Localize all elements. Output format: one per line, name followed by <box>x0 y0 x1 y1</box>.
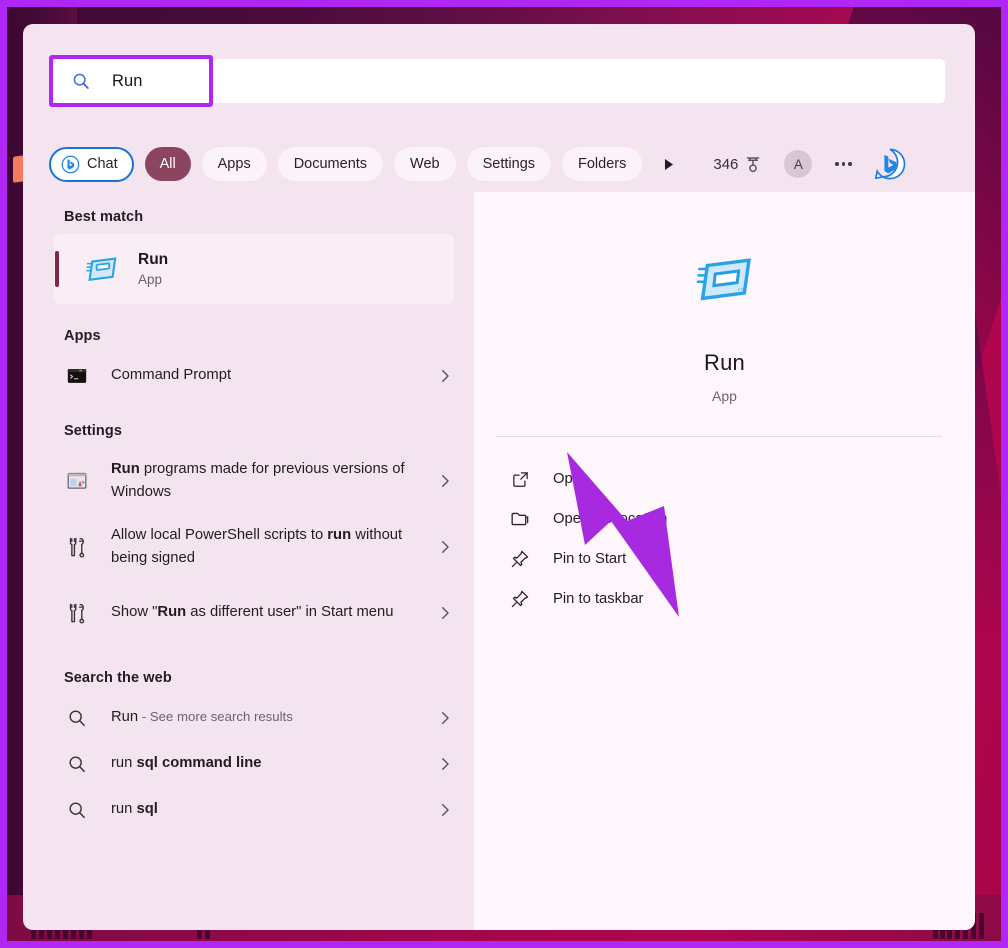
search-input[interactable]: Run <box>53 59 945 103</box>
chevron-right-icon[interactable] <box>436 755 454 773</box>
rewards-count: 346 <box>713 156 738 173</box>
best-match-text: Run App <box>138 251 168 287</box>
action-open-file-location[interactable]: Open file location <box>474 499 975 539</box>
best-match-subtitle: App <box>138 272 168 287</box>
result-label-web-1: run sql command line <box>111 752 436 775</box>
chevron-right-icon[interactable] <box>436 604 454 622</box>
result-row-web-2[interactable]: run sql <box>23 787 474 833</box>
result-label-setting-1: Allow local PowerShell scripts to run wi… <box>111 524 436 571</box>
search-icon <box>64 705 90 731</box>
search-icon <box>72 72 90 90</box>
app-preview-pane: Run App Open <box>474 192 975 930</box>
result-row-web-1[interactable]: run sql command line <box>23 741 474 787</box>
action-open-file-location-label: Open file location <box>553 511 667 527</box>
result-label-web-2: run sql <box>111 798 436 821</box>
program-compatibility-icon <box>64 468 90 494</box>
search-filter-bar: Chat All Apps Documents Web Settings Fol… <box>23 136 975 192</box>
preview-action-list: Open Open file location <box>474 437 975 619</box>
start-menu-search-panel: Run Chat All Apps Documents <box>23 24 975 930</box>
folder-icon <box>509 508 531 530</box>
tab-chat[interactable]: Chat <box>49 147 134 182</box>
section-header-apps: Apps <box>23 328 474 344</box>
search-icon <box>64 751 90 777</box>
open-external-icon <box>509 468 531 490</box>
action-pin-to-start[interactable]: Pin to Start <box>474 539 975 579</box>
bing-logo-icon[interactable] <box>874 148 906 180</box>
result-row-setting-0[interactable]: Run programs made for previous versions … <box>23 448 474 514</box>
action-pin-to-taskbar-label: Pin to taskbar <box>553 591 643 607</box>
tab-folders-label: Folders <box>578 156 626 172</box>
more-options-button[interactable] <box>830 151 856 177</box>
preview-icon-wrap <box>474 248 975 310</box>
search-icon <box>64 797 90 823</box>
run-app-icon <box>694 248 756 310</box>
tab-chat-label: Chat <box>87 156 118 172</box>
tab-folders[interactable]: Folders <box>562 147 642 181</box>
tab-all-label: All <box>160 156 176 172</box>
tab-documents[interactable]: Documents <box>278 147 383 181</box>
preview-app-title: Run <box>474 350 975 376</box>
selection-accent-bar <box>55 251 59 287</box>
rewards-counter[interactable]: 346 <box>713 155 762 174</box>
account-avatar[interactable]: A <box>784 150 812 178</box>
result-row-command-prompt[interactable]: Command Prompt <box>23 353 474 399</box>
tab-documents-label: Documents <box>294 156 367 172</box>
pin-icon <box>509 548 531 570</box>
best-match-title: Run <box>138 251 168 269</box>
tools-icon <box>64 600 90 626</box>
tab-web[interactable]: Web <box>394 147 456 181</box>
screenshot-frame: Run Chat All Apps Documents <box>0 0 1008 948</box>
rewards-medal-icon <box>744 155 762 174</box>
action-pin-to-taskbar[interactable]: Pin to taskbar <box>474 579 975 619</box>
result-label-web-0: Run - See more search results <box>111 706 436 729</box>
bing-chat-icon <box>61 155 80 174</box>
command-prompt-icon <box>64 363 90 389</box>
result-label-setting-2: Show "Run as different user" in Start me… <box>111 601 436 624</box>
result-row-web-0[interactable]: Run - See more search results <box>23 695 474 741</box>
action-open-label: Open <box>553 471 589 487</box>
best-match-result-run[interactable]: Run App <box>54 234 454 304</box>
preview-app-type: App <box>474 388 975 404</box>
tab-all[interactable]: All <box>145 147 191 181</box>
tab-web-label: Web <box>410 156 440 172</box>
chevron-right-icon[interactable] <box>436 472 454 490</box>
result-label-setting-0: Run programs made for previous versions … <box>111 458 436 505</box>
tab-settings-label: Settings <box>483 156 535 172</box>
chevron-right-icon[interactable] <box>436 367 454 385</box>
section-header-best-match: Best match <box>23 209 474 225</box>
play-arrow-icon <box>660 156 677 173</box>
chevron-right-icon[interactable] <box>436 801 454 819</box>
tab-apps[interactable]: Apps <box>202 147 267 181</box>
run-app-icon <box>85 252 119 286</box>
section-header-settings: Settings <box>23 423 474 439</box>
section-header-search-the-web: Search the web <box>23 670 474 686</box>
pin-icon <box>509 588 531 610</box>
tab-settings[interactable]: Settings <box>467 147 551 181</box>
tab-apps-label: Apps <box>218 156 251 172</box>
results-list-column: Best match Run App Apps <box>23 192 474 930</box>
tools-icon <box>64 534 90 560</box>
action-pin-to-start-label: Pin to Start <box>553 551 626 567</box>
results-body: Best match Run App Apps <box>23 192 975 930</box>
filter-overflow-button[interactable] <box>655 151 681 177</box>
result-row-setting-2[interactable]: Show "Run as different user" in Start me… <box>23 580 474 646</box>
search-area: Run <box>23 24 975 136</box>
search-input-value: Run <box>112 72 143 91</box>
more-ellipsis-icon <box>835 162 839 166</box>
action-open[interactable]: Open <box>474 459 975 499</box>
result-label-command-prompt: Command Prompt <box>111 364 436 387</box>
chevron-right-icon[interactable] <box>436 709 454 727</box>
avatar-initial: A <box>794 157 803 172</box>
result-row-setting-1[interactable]: Allow local PowerShell scripts to run wi… <box>23 514 474 580</box>
chevron-right-icon[interactable] <box>436 538 454 556</box>
